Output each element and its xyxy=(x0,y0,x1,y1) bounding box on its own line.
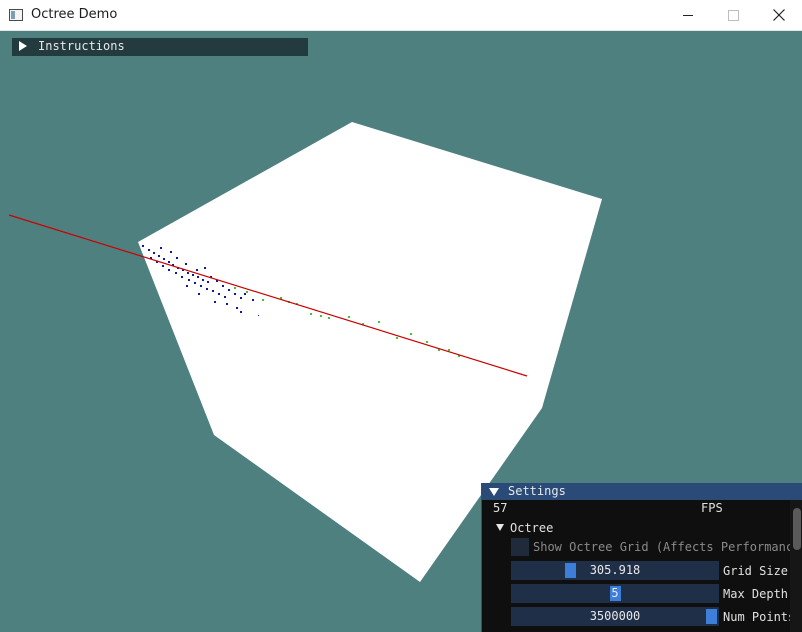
settings-scrollbar[interactable] xyxy=(790,500,802,632)
settings-panel-header[interactable]: Settings xyxy=(482,483,802,500)
num-points-label: Num Points xyxy=(723,610,796,624)
max-depth-value: 5 xyxy=(611,586,619,600)
show-octree-grid-checkbox[interactable] xyxy=(511,538,529,556)
close-icon xyxy=(773,9,785,21)
max-depth-slider[interactable]: 5 xyxy=(511,584,719,603)
fps-label: FPS xyxy=(701,501,723,515)
close-button[interactable] xyxy=(756,0,802,31)
app-window-icon xyxy=(9,9,23,21)
settings-panel: Settings 57 FPS Octree Show Octree Grid … xyxy=(481,483,802,632)
settings-scrollbar-thumb[interactable] xyxy=(793,508,801,550)
window-title: Octree Demo xyxy=(31,7,118,22)
num-points-value: 3500000 xyxy=(589,609,641,623)
max-depth-label: Max Depth xyxy=(723,587,789,601)
minimize-button[interactable] xyxy=(664,0,710,31)
tree-arrow-down-icon[interactable] xyxy=(496,524,504,531)
num-points-slider[interactable]: 3500000 xyxy=(511,607,719,626)
instructions-panel-header[interactable]: Instructions xyxy=(12,38,308,56)
fps-value: 57 xyxy=(493,501,508,515)
grid-size-value: 305.918 xyxy=(589,563,641,577)
grid-size-label: Grid Size xyxy=(723,564,789,578)
instructions-label: Instructions xyxy=(38,39,125,53)
grid-size-slider[interactable]: 305.918 xyxy=(511,561,719,580)
collapse-arrow-down-icon xyxy=(489,488,499,496)
collapse-arrow-right-icon xyxy=(19,41,27,51)
show-octree-grid-label: Show Octree Grid (Affects Performance xyxy=(533,540,801,554)
render-viewport[interactable]: Instructions Settings 57 FPS Octree Show… xyxy=(0,31,802,632)
title-bar: Octree Demo xyxy=(0,0,802,31)
octree-section-label[interactable]: Octree xyxy=(510,521,553,535)
maximize-button[interactable] xyxy=(710,0,756,31)
settings-title: Settings xyxy=(508,484,566,498)
